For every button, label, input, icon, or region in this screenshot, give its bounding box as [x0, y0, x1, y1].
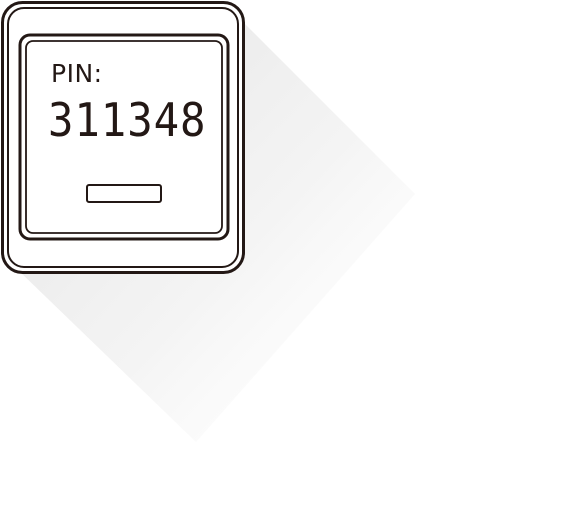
pin-code: 311348 — [48, 93, 207, 147]
pin-label: PIN: — [51, 59, 103, 88]
device-illustration: PIN: 311348 — [0, 0, 574, 510]
device-slot — [86, 184, 162, 203]
